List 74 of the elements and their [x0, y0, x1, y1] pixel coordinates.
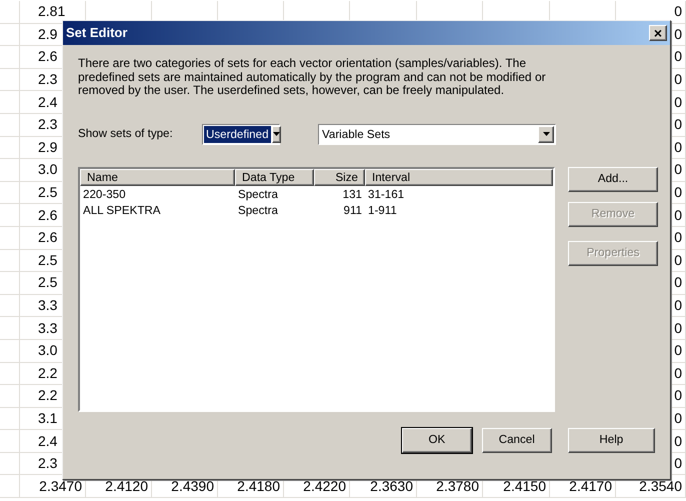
side-button[interactable]: Add... — [568, 166, 658, 192]
table-cell: 1-911 — [368, 204, 397, 216]
cell-value: 2.4220 — [303, 476, 346, 496]
dropdown[interactable]: Userdefined — [202, 124, 280, 144]
cell-value: 2.4170 — [569, 476, 612, 496]
cell-value: 2.2 — [38, 386, 58, 406]
cell-value: 0 — [674, 160, 682, 180]
cell-value: 0 — [674, 432, 682, 451]
cell-value: 0 — [674, 206, 682, 225]
cell-value: 0 — [674, 386, 682, 406]
cell-value: 0 — [674, 92, 682, 112]
cell-value: 0 — [674, 408, 682, 428]
cell-value: 2.6 — [38, 206, 58, 225]
cell-value: 3.0 — [38, 341, 58, 360]
cell-value: 2.4390 — [171, 476, 214, 496]
cell-value: 2.4120 — [105, 476, 148, 496]
table-cell: Spectra — [238, 188, 278, 200]
cell-value: 0 — [674, 115, 682, 134]
table-cell: 911 — [344, 204, 362, 216]
column-header[interactable]: Name — [80, 168, 235, 186]
cell-value: 0 — [674, 364, 682, 383]
cell-value: 0 — [674, 24, 682, 44]
cell-value: 2.3 — [38, 454, 58, 474]
table-cell: 220-350 — [83, 188, 126, 200]
cell-value: 0 — [674, 296, 682, 316]
cell-value: 0 — [674, 318, 682, 338]
column-header[interactable]: Data Type — [235, 168, 314, 186]
cell-value: 2.81 — [38, 2, 66, 22]
cell-value: 2.3540 — [639, 476, 682, 496]
dialog-button[interactable]: Help — [568, 428, 655, 452]
cell-value: 0 — [674, 273, 682, 292]
dialog-button[interactable]: OK — [402, 428, 472, 452]
column-header[interactable]: Size — [314, 168, 365, 186]
description-text: There are two categories of sets for each vector orientation (samples/variables). The predefined sets are maintained automatically by the program and can not be modified or removed by the user. The userdefined sets, however, can be freely manipulated. — [78, 57, 547, 98]
cell-value: 2.2 — [38, 364, 58, 383]
cell-value: 2.4 — [38, 92, 58, 112]
cell-value: 0 — [674, 2, 682, 22]
table-cell: 131 — [342, 188, 362, 200]
cell-value: 3.1 — [38, 408, 58, 428]
table-cell: 31-161 — [368, 188, 404, 200]
cell-value: 0 — [674, 138, 682, 157]
cell-value: 2.5 — [38, 250, 58, 270]
cell-value: 0 — [674, 183, 682, 202]
cell-value: 2.9 — [38, 138, 58, 157]
dialog-button[interactable]: Cancel — [482, 428, 552, 452]
cell-value: 2.5 — [38, 183, 58, 202]
cell-value: 2.3470 — [39, 476, 82, 496]
dropdown[interactable]: Variable Sets — [318, 124, 556, 144]
cell-value: 3.0 — [38, 160, 58, 180]
column-header[interactable]: Interval — [365, 168, 553, 186]
cell-value: 0 — [674, 70, 682, 90]
cell-value: 2.3 — [38, 115, 58, 134]
field-label: Show sets of type: — [78, 126, 174, 142]
cell-value: 0 — [674, 250, 682, 270]
cell-value: 2.3630 — [370, 476, 413, 496]
cell-value: 0 — [674, 341, 682, 360]
cell-value: 2.3780 — [436, 476, 479, 496]
cell-value: 2.6 — [38, 47, 58, 66]
window-title: Set Editor — [66, 24, 128, 42]
cell-value: 0 — [674, 47, 682, 66]
cell-value: 2.6 — [38, 228, 58, 248]
cell-value: 2.4 — [38, 432, 58, 451]
table-cell: Spectra — [238, 204, 278, 216]
table-cell: ALL SPEKTRA — [83, 204, 161, 216]
cell-value: 2.4180 — [237, 476, 280, 496]
cell-value: 2.9 — [38, 24, 58, 44]
close-button[interactable]: × — [649, 25, 667, 41]
cell-value: 3.3 — [38, 296, 58, 316]
cell-value: 3.3 — [38, 318, 58, 338]
cell-value: 0 — [674, 454, 682, 474]
cell-value: 2.5 — [38, 273, 58, 292]
cell-value: 2.4150 — [503, 476, 546, 496]
cell-value: 0 — [674, 228, 682, 248]
cell-value: 2.3 — [38, 70, 58, 90]
